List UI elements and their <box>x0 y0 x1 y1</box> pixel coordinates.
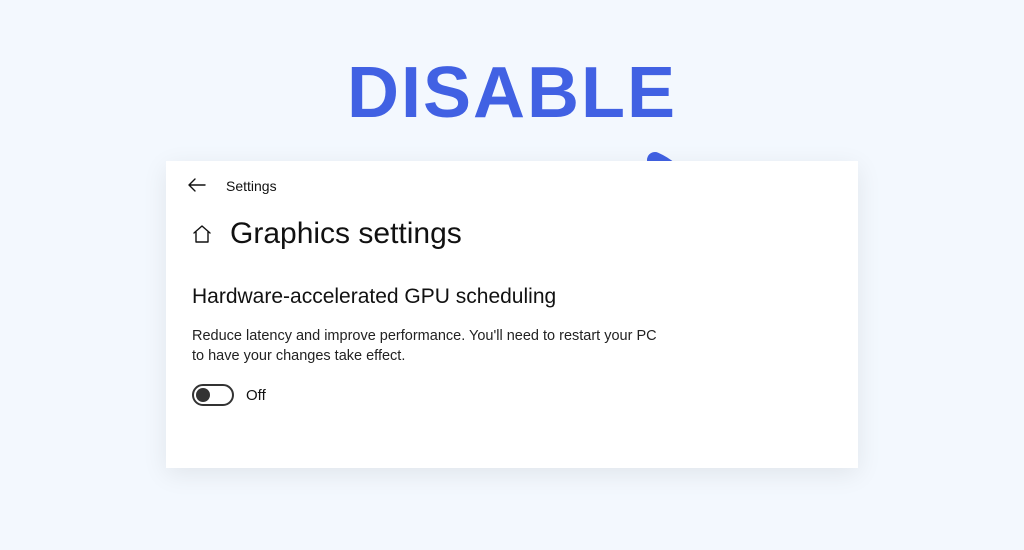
header-label: Settings <box>226 178 277 194</box>
page-title: Graphics settings <box>230 217 462 251</box>
title-row: Graphics settings <box>192 217 836 251</box>
gpu-scheduling-toggle[interactable] <box>192 384 234 406</box>
back-arrow-icon[interactable] <box>188 177 206 195</box>
toggle-row: Off <box>192 384 836 406</box>
section-description: Reduce latency and improve performance. … <box>192 327 672 366</box>
toggle-state-label: Off <box>246 387 266 404</box>
settings-window: Settings Graphics settings Hardware-acce… <box>166 161 858 468</box>
section-heading: Hardware-accelerated GPU scheduling <box>192 285 836 309</box>
window-header: Settings <box>188 177 836 195</box>
annotation-title: DISABLE <box>347 52 677 134</box>
toggle-knob <box>196 388 210 402</box>
home-icon[interactable] <box>192 224 212 244</box>
